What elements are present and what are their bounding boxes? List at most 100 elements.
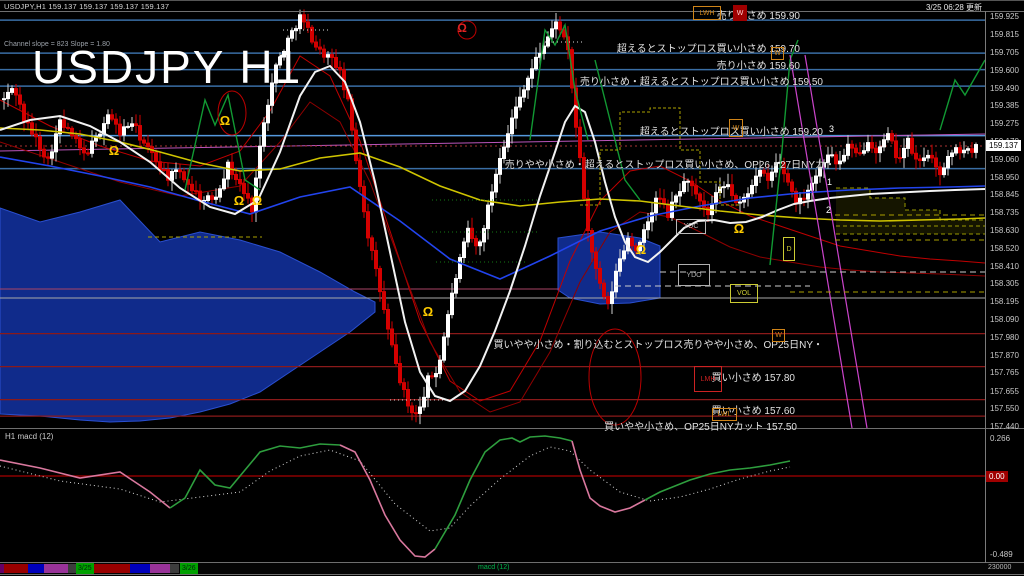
candle-body [667, 204, 670, 217]
timeline-macd-note: macd (12) [478, 564, 510, 571]
candle-body [519, 97, 522, 107]
candle-body [391, 329, 394, 345]
candle-body [215, 197, 218, 199]
candle-body [855, 148, 858, 153]
green-zigzag-line [940, 60, 985, 130]
price-axis-label: 159.275 [990, 119, 1019, 128]
sell-annotation-text: 売りやや小さめ・超えるとストップロス買い小さめ、OP26・27日NYカ・ [505, 156, 835, 171]
candle-body [99, 134, 102, 136]
macd-axis-label: -0.489 [990, 550, 1013, 559]
candle-body [943, 168, 946, 175]
candle-body [371, 238, 374, 251]
candle-body [235, 174, 238, 179]
candle-body [675, 196, 678, 202]
chart-label-box-lwh: LWH [693, 6, 721, 20]
macd-main-line [645, 461, 790, 500]
candle-body [967, 149, 970, 151]
chart-label-box-vol: VOL [730, 284, 758, 303]
candle-body [223, 179, 226, 189]
session-segment [44, 564, 68, 573]
candle-body [619, 259, 622, 271]
window-top-border [0, 0, 1024, 1]
candle-body [615, 271, 618, 292]
candle-body [43, 149, 46, 157]
candle-body [631, 238, 634, 246]
candle-body [51, 152, 54, 158]
macd-main-line [0, 460, 170, 508]
candle-body [419, 407, 422, 413]
candle-body [383, 292, 386, 310]
candle-body [891, 134, 894, 141]
price-axis-label: 158.630 [990, 226, 1019, 235]
candle-body [495, 174, 498, 192]
candle-body [163, 169, 166, 170]
omega-marker-icon: Ω [636, 242, 646, 257]
candle-body [919, 159, 922, 161]
candle-body [387, 309, 390, 329]
candle-body [231, 162, 234, 174]
candle-body [771, 172, 774, 180]
price-axis-label: 157.765 [990, 368, 1019, 377]
candle-body [595, 252, 598, 268]
timeline-bottom-border [0, 574, 1024, 575]
candle-body [147, 143, 150, 147]
candle-body [731, 185, 734, 196]
candle-body [31, 123, 34, 134]
candle-body [959, 148, 962, 153]
line-number-label: 3 [829, 124, 834, 134]
candle-body [447, 315, 450, 337]
chart-watermark-title: USDJPY H1 [32, 40, 302, 94]
macd-pane-divider[interactable] [0, 428, 1024, 429]
candle-body [963, 150, 966, 153]
candle-body [491, 192, 494, 205]
candle-body [319, 47, 322, 49]
candle-body [507, 134, 510, 147]
omega-marker-icon: Ω [220, 113, 230, 128]
candle-body [19, 95, 22, 104]
candle-body [359, 161, 362, 187]
candle-body [579, 127, 582, 157]
candle-body [435, 374, 438, 377]
timeline-date-label: 3/26 [180, 563, 198, 574]
bottom-right-value: 230000 [988, 564, 1011, 571]
candle-body [443, 337, 446, 360]
candle-body [119, 124, 122, 135]
candle-body [239, 180, 242, 184]
chart-label-box-w: W [729, 119, 743, 137]
candle-body [115, 119, 118, 124]
candle-body [859, 153, 862, 154]
candle-body [375, 250, 378, 268]
candle-body [815, 176, 818, 183]
candle-body [487, 205, 490, 228]
candle-body [267, 105, 270, 122]
candle-body [955, 148, 958, 153]
session-segment [4, 564, 28, 573]
candle-body [523, 90, 526, 97]
candle-body [55, 134, 58, 152]
candle-body [975, 145, 978, 153]
chart-label-box-ydc: YDC [676, 219, 706, 234]
candle-body [927, 155, 930, 158]
candle-body [879, 147, 882, 153]
candle-body [431, 376, 434, 377]
candle-body [299, 15, 302, 29]
timeline-date-label: 3/25 [76, 563, 94, 574]
candle-body [923, 158, 926, 161]
candle-body [839, 161, 842, 164]
chart-label-box-lmh: LMH [694, 366, 722, 392]
candle-body [715, 193, 718, 204]
session-segment [68, 564, 76, 573]
candle-body [611, 292, 614, 304]
candle-body [911, 138, 914, 153]
session-segment [130, 564, 150, 573]
candle-body [87, 153, 90, 154]
candle-body [939, 167, 942, 175]
sell-annotation-text: 売り小さめ 159.90 [717, 7, 800, 22]
candle-body [15, 89, 18, 95]
violet-trendline [805, 55, 867, 428]
candle-body [367, 212, 370, 238]
price-axis-label: 159.385 [990, 101, 1019, 110]
candle-body [291, 31, 294, 39]
session-timeline-strip[interactable]: 3/25 3/26 [0, 563, 1024, 574]
candle-body [455, 279, 458, 294]
